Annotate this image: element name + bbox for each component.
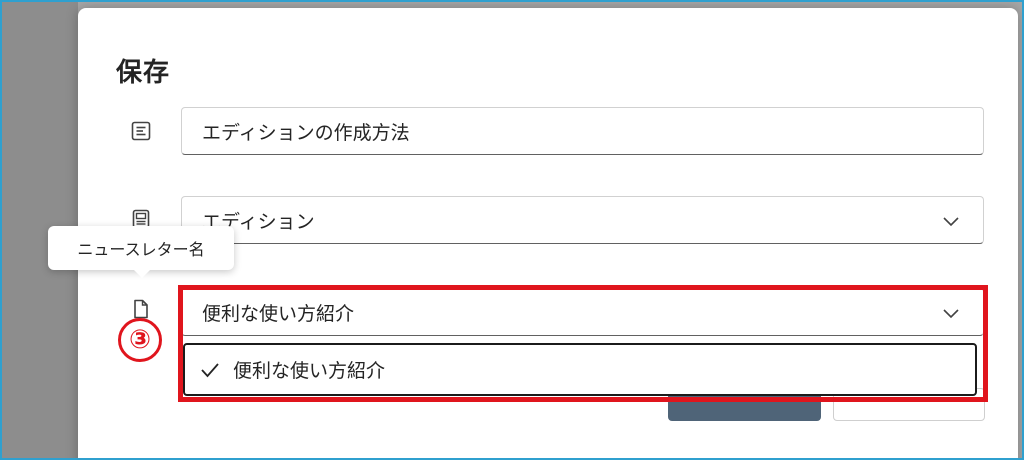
- title-input[interactable]: エディションの作成方法: [181, 107, 984, 155]
- chevron-down-icon: [941, 211, 961, 231]
- document-icon: [130, 298, 152, 320]
- dialog-title: 保存: [116, 58, 171, 88]
- text-lines-icon: [130, 120, 152, 142]
- category-select-value: 便利な使い方紹介: [202, 302, 355, 325]
- category-select[interactable]: 便利な使い方紹介: [181, 288, 984, 336]
- title-input-value: エディションの作成方法: [202, 121, 410, 144]
- newsletter-select[interactable]: エディション: [181, 196, 984, 244]
- newsletter-name-tooltip: ニュースレター名: [48, 226, 234, 278]
- dropdown-option-label: 便利な使い方紹介: [233, 360, 386, 382]
- tooltip-text: ニュースレター名: [77, 240, 205, 259]
- category-dropdown-option[interactable]: 便利な使い方紹介: [183, 343, 977, 396]
- chevron-down-icon: [941, 303, 961, 323]
- step-number-badge: ③: [118, 318, 162, 362]
- checkmark-icon: [199, 359, 221, 381]
